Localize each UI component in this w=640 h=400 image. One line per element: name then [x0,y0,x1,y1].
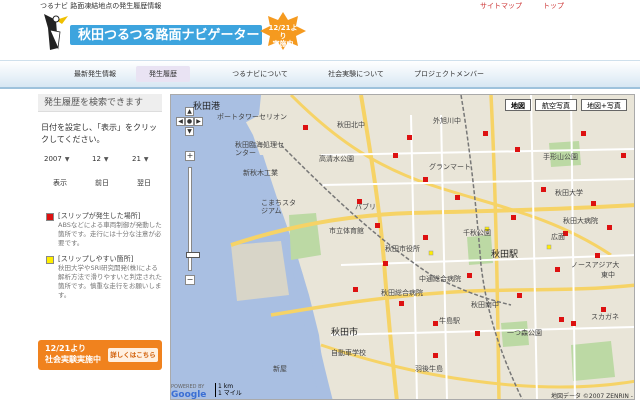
sitemap-link[interactable]: サイトマップ [480,1,522,11]
main-navigation: 最新発生情報 発生履歴 つるナビについて 社会実験について プロジェクトメンバー [0,60,640,89]
map-label-nakadori-hospital: 中通総合病院 [419,275,461,283]
day-select[interactable]: 21 ▼ [132,152,158,166]
nav-about[interactable]: つるナビについて [222,66,298,82]
map-label-factory: 新秋木工業 [243,169,278,177]
zoom-in-icon[interactable]: + [185,151,195,161]
google-text: Google [171,390,207,400]
nav-history[interactable]: 発生履歴 [136,66,190,82]
zoom-slider[interactable] [186,167,200,271]
map-label-cityhall: 秋田市役所 [385,245,420,253]
month-select[interactable]: 12 ▼ [92,152,118,166]
road-map[interactable]: ▲ ◀ ● ▶ ▼ + − 地図 航空写真 地図+写真 秋田港 ポートタワーセリ… [170,94,635,400]
legend-slip-desc: ABSなどによる車両制御が発動した箇所です。走行には十分な注意が必要です。 [58,221,162,247]
map-label-tegatayama: 手形山公園 [543,153,578,161]
legend-slippery-desc: 秋田大学やSRI研究開発(株)による解析方法で滑りやすいと判定された箇所です。慎… [58,264,162,299]
map-label-center: 秋田臨海処理センター [235,141,284,157]
map-label-sukagane: スカガネ [591,313,619,321]
show-button[interactable]: 表示 [48,176,72,190]
experiment-banner[interactable]: 12/21より 社会実験実施中 詳しくはこちら [38,340,162,370]
pan-center-icon[interactable]: ● [185,117,194,126]
map-label-gym: 市立体育館 [329,227,364,235]
day-value: 21 [132,155,141,163]
slippery-marker-icon [46,256,54,264]
prev-day-button[interactable]: 前日 [90,176,114,190]
chevron-down-icon: ▼ [143,156,149,163]
slip-marker-icon [46,213,54,221]
zoom-out-icon[interactable]: − [185,275,195,285]
nav-members[interactable]: プロジェクトメンバー [408,66,490,82]
map-label-sotoasahikawa: 外旭川中 [433,117,461,125]
map-label-akita-city: 秋田市 [331,328,359,338]
legend-slip-title: [スリップが発生した場所] [58,212,141,220]
details-button[interactable]: 詳しくはこちら [108,348,158,362]
year-value: 2007 [44,155,62,163]
map-label-north-asia: ノースアジア大 [571,261,620,269]
scale-mile: 1 マイル [218,390,242,397]
month-value: 12 [92,155,101,163]
crane-logo-icon[interactable] [38,8,74,54]
legend-slip: [スリップが発生した場所] ABSなどによる車両制御が発動した箇所です。走行には… [38,211,162,248]
scale-km: 1 km [218,383,234,390]
map-label-ushijima: 牛島駅 [439,317,460,325]
map-type-hybrid-button[interactable]: 地図+写真 [581,99,627,111]
legend-slippery: [スリップしやすい箇所] 秋田大学やSRI研究開発(株)による解析方法で滑りやす… [38,254,162,300]
map-label-driving-school: 自動車学校 [331,349,366,357]
badge-line1: 12/21より [268,24,298,40]
chevron-down-icon: ▼ [103,156,109,163]
google-logo[interactable]: POWERED BY Google [171,385,206,400]
date-selector: 2007 ▼ 12 ▼ 21 ▼ [38,152,162,166]
map-legend: [スリップが発生した場所] ABSなどによる車両制御が発動した箇所です。走行には… [38,211,162,306]
nav-underline [0,87,640,89]
map-label-tower: ポートタワーセリオン [217,113,287,121]
map-label-akita-univ: 秋田大学 [555,189,583,197]
map-label-kita-jhs: 秋田北中 [337,121,365,129]
map-label-univ-hospital: 秋田大病院 [563,217,598,225]
map-label-paburi: パブリ [355,203,376,211]
zoom-control[interactable]: ▲ ◀ ● ▶ ▼ + − [176,107,203,297]
map-label-ugo-ushijima: 羽後牛島 [415,365,443,373]
pan-left-icon[interactable]: ◀ [176,117,185,126]
nav-latest[interactable]: 最新発生情報 [62,66,128,82]
top-strip: つるナビ 路面凍結地点の発生履歴情報 サイトマップ トップ [0,0,640,12]
map-type-satellite-button[interactable]: 航空写真 [535,99,577,111]
map-label-park-takashimizu: 高清水公園 [319,155,354,163]
chevron-down-icon: ▼ [64,156,70,163]
map-label-grandmart: グランマート [429,163,471,171]
next-day-button[interactable]: 翌日 [132,176,156,190]
map-label-port: 秋田港 [193,102,221,112]
map-label-akita-station: 秋田駅 [491,250,519,260]
map-label-stadium: こまちスタジアム [261,199,296,215]
pan-down-icon[interactable]: ▼ [185,127,194,136]
date-buttons: 表示 前日 翌日 [38,176,162,192]
map-label-araya: 新屋 [273,365,287,373]
sidebar-heading: 発生履歴を検索できます [38,94,162,112]
pan-right-icon[interactable]: ▶ [194,117,203,126]
nav-experiment[interactable]: 社会実験について [318,66,394,82]
home-link[interactable]: トップ [543,1,564,11]
banner-line2: 社会実験実施中 [45,355,101,364]
map-label-senshu: 千秋公園 [463,229,491,237]
sidebar-instruction: 日付を設定し、「表示」をクリックしてください。 [41,123,157,144]
map-scale: 1 km 1 マイル [215,383,249,397]
map-label-hiroomote: 広面 [551,233,565,241]
banner-line1: 12/21より [45,344,87,353]
implementation-badge: 12/21より 実施中 [260,12,306,50]
year-select[interactable]: 2007 ▼ [44,152,76,166]
zoom-thumb[interactable] [186,252,200,258]
map-label-general-hospital: 秋田総合病院 [381,289,423,297]
map-label-hitotsumori: 一つ森公園 [507,329,542,337]
map-label-higashi-jhs: 東中 [601,271,615,279]
legend-slippery-title: [スリップしやすい箇所] [58,255,134,263]
map-type-map-button[interactable]: 地図 [505,99,531,111]
badge-line2: 実施中 [272,40,294,48]
site-title[interactable]: 秋田つるつる路面ナビゲーター [70,25,262,45]
map-attribution[interactable]: 地図データ ©2007 ZENRIN - 利用規約 [551,391,634,399]
map-label-minami-jhs: 秋田南中 [471,301,499,309]
